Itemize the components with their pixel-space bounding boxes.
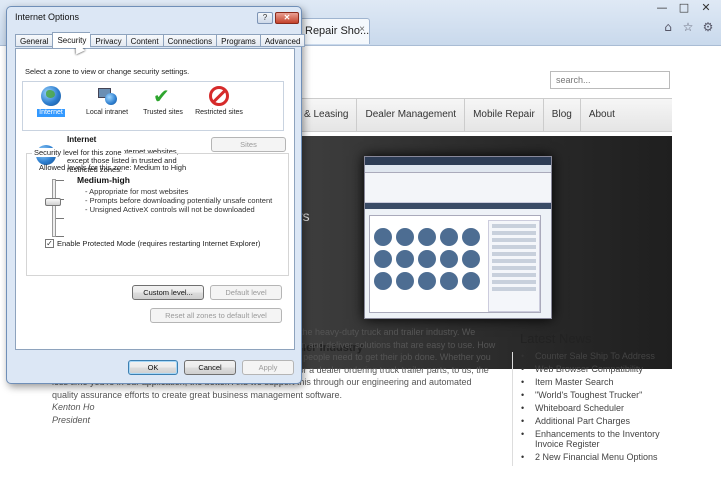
latest-news-title: Latest News — [520, 331, 592, 346]
level-point: - Appropriate for most websites — [85, 187, 189, 196]
globe-icon — [41, 86, 61, 106]
window-close-button[interactable]: ✕ — [695, 0, 717, 16]
protected-mode-label: Enable Protected Mode (requires restarti… — [57, 239, 261, 248]
help-button[interactable]: ? — [257, 12, 273, 24]
tab-privacy[interactable]: Privacy — [90, 34, 126, 47]
tab-general[interactable]: General — [15, 34, 53, 47]
ok-button[interactable]: OK — [128, 360, 178, 375]
zone-label: Trusted sites — [143, 109, 183, 116]
zone-trusted-sites[interactable]: ✔ Trusted sites — [135, 82, 191, 130]
slider-tick — [56, 236, 64, 237]
level-point: - Prompts before downloading potentially… — [85, 196, 273, 205]
nav-dealer-management[interactable]: Dealer Management — [357, 98, 466, 132]
zone-label: Internet — [37, 109, 65, 117]
slider-tick — [56, 218, 64, 219]
news-item[interactable]: 2 New Financial Menu Options — [521, 452, 672, 463]
tab-advanced[interactable]: Advanced — [259, 34, 306, 47]
home-icon[interactable]: ⌂ — [661, 20, 675, 34]
dialog-title: Internet Options — [15, 12, 80, 22]
zone-heading: Internet — [67, 135, 97, 144]
tab-content[interactable]: Content — [125, 34, 163, 47]
app-screenshot-image — [364, 156, 552, 319]
news-item[interactable]: Whiteboard Scheduler — [521, 403, 672, 414]
zone-internet[interactable]: Internet — [23, 82, 79, 130]
tab-connections[interactable]: Connections — [162, 34, 217, 47]
custom-level-button[interactable]: Custom level... — [132, 285, 204, 300]
signature-title: President — [52, 414, 91, 425]
news-item[interactable]: Additional Part Charges — [521, 416, 672, 427]
protected-mode-option: ✓ Enable Protected Mode (requires restar… — [45, 239, 260, 248]
security-level-legend: Security level for this zone — [32, 148, 124, 157]
zone-local-intranet[interactable]: Local intranet — [79, 82, 135, 130]
zone-label: Local intranet — [85, 109, 129, 116]
default-level-button[interactable]: Default level — [210, 285, 282, 300]
allowed-levels-text: Allowed levels for this zone: Medium to … — [39, 163, 187, 172]
slider-thumb[interactable] — [45, 198, 61, 206]
minimize-button[interactable]: — — [651, 0, 673, 16]
nav-blog[interactable]: Blog — [544, 98, 581, 132]
dialog-tabs: General Security Privacy Content Connect… — [15, 32, 306, 48]
zone-list: Internet Local intranet ✔ Trusted sites … — [22, 81, 284, 131]
checkmark-icon: ✔ — [153, 84, 170, 108]
news-item[interactable]: "World's Toughest Trucker" — [521, 390, 672, 401]
site-nav: & Leasing Dealer Management Mobile Repai… — [296, 98, 672, 132]
gear-icon[interactable]: ⚙ — [701, 20, 715, 34]
security-level-description: - Appropriate for most websites - Prompt… — [85, 187, 275, 214]
zone-instruction: Select a zone to view or change security… — [25, 67, 190, 76]
sites-button[interactable]: Sites — [211, 137, 286, 152]
browser-toolbar-icons: ⌂ ☆ ⚙ — [661, 20, 715, 34]
reset-all-zones-button[interactable]: Reset all zones to default level — [150, 308, 282, 323]
slider-tick — [56, 180, 64, 181]
news-item[interactable]: Web Browser Compatibility — [521, 364, 672, 375]
dialog-close-button[interactable]: ✕ — [275, 12, 299, 24]
news-item[interactable]: Counter Sale Ship To Address — [521, 351, 672, 362]
browser-tab[interactable]: Repair Sho... × — [300, 18, 370, 44]
tab-security[interactable]: Security — [52, 32, 91, 48]
security-level-slider[interactable] — [52, 179, 56, 237]
intranet-icon — [97, 86, 117, 106]
internet-options-dialog: Internet Options ? ✕ General Security Pr… — [6, 6, 306, 384]
news-item[interactable]: Enhancements to the Inventory Invoice Re… — [521, 429, 672, 449]
browser-tab-close-icon[interactable]: × — [359, 24, 365, 35]
site-search-input[interactable]: search... — [550, 71, 670, 89]
nav-mobile-repair[interactable]: Mobile Repair — [465, 98, 544, 132]
body-line: quality assurance efforts to create grea… — [52, 389, 342, 400]
nav-about[interactable]: About — [581, 98, 623, 132]
signature-name: Kenton Ho — [52, 402, 95, 412]
level-point: - Unsigned ActiveX controls will not be … — [85, 205, 255, 214]
protected-mode-checkbox[interactable]: ✓ — [45, 239, 54, 248]
nav-leasing[interactable]: & Leasing — [296, 98, 358, 132]
cancel-button[interactable]: Cancel — [184, 360, 236, 375]
news-item[interactable]: Item Master Search — [521, 377, 672, 388]
security-level-name: Medium-high — [77, 175, 130, 185]
window-controls: — □ ✕ — [651, 0, 717, 16]
maximize-button[interactable]: □ — [673, 0, 695, 16]
apply-button[interactable]: Apply — [242, 360, 294, 375]
zone-restricted-sites[interactable]: Restricted sites — [191, 82, 247, 130]
zone-label: Restricted sites — [195, 109, 243, 116]
star-icon[interactable]: ☆ — [681, 20, 695, 34]
news-list: Counter Sale Ship To Address Web Browser… — [512, 351, 672, 466]
tab-programs[interactable]: Programs — [216, 34, 260, 47]
restricted-icon — [209, 86, 229, 106]
